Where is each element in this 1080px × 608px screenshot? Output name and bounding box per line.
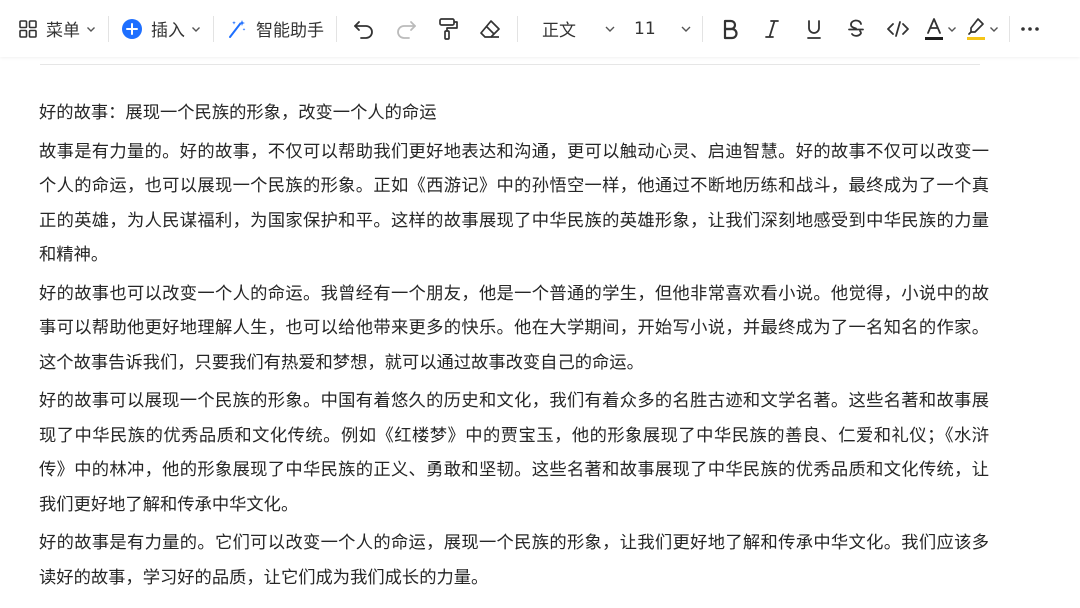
strikethrough-icon (846, 18, 866, 40)
format-painter-button[interactable] (427, 11, 469, 47)
highlight-color-button[interactable] (961, 11, 1003, 47)
menu-label: 菜单 (46, 16, 80, 41)
toolbar-divider (108, 16, 109, 42)
paragraph-style-select[interactable]: 正文 (524, 11, 620, 47)
editor-toolbar: 菜单 插入 智能助手 (0, 0, 1080, 57)
redo-icon (394, 18, 418, 40)
chevron-down-icon (86, 24, 96, 34)
assistant-label: 智能助手 (256, 16, 324, 41)
code-button[interactable] (877, 11, 919, 47)
paragraph: 好的故事是有力量的。它们可以改变一个人的命运，展现一个民族的形象，让我们更好地了… (39, 526, 989, 595)
grid-icon (18, 19, 38, 39)
undo-button[interactable] (343, 11, 385, 47)
redo-button[interactable] (385, 11, 427, 47)
chevron-down-icon (604, 24, 616, 34)
highlighter-icon (965, 16, 987, 42)
paragraph: 好的故事可以展现一个民族的形象。中国有着悠久的历史和文化，我们有着众多的名胜古迹… (39, 384, 989, 522)
assistant-button[interactable]: 智能助手 (220, 11, 330, 47)
underline-button[interactable] (793, 11, 835, 47)
eraser-icon (478, 18, 502, 40)
paragraph: 好的故事也可以改变一个人的命运。我曾经有一个朋友，他是一个普通的学生，但他非常喜… (39, 277, 989, 381)
toolbar-divider (336, 16, 337, 42)
document-body[interactable]: 好的故事：展现一个民族的形象，改变一个人的命运 故事是有力量的。好的故事，不仅可… (39, 96, 989, 595)
underline-icon (804, 18, 824, 40)
font-size-select[interactable]: 11 (620, 11, 696, 47)
toolbar-divider (517, 16, 518, 42)
undo-icon (352, 18, 376, 40)
paragraph: 故事是有力量的。好的故事，不仅可以帮助我们更好地表达和沟通，更可以触动心灵、启迪… (39, 135, 989, 273)
insert-label: 插入 (151, 16, 185, 41)
bold-button[interactable] (709, 11, 751, 47)
italic-icon (762, 18, 782, 40)
plus-circle-icon (121, 18, 143, 40)
font-color-button[interactable] (919, 11, 961, 47)
document-top-divider (40, 64, 980, 65)
chevron-down-icon (947, 24, 957, 34)
chevron-down-icon (989, 24, 999, 34)
chevron-down-icon (680, 24, 692, 34)
document-title: 好的故事：展现一个民族的形象，改变一个人的命运 (39, 96, 989, 131)
chevron-down-icon (191, 24, 201, 34)
magic-wand-icon (226, 18, 248, 40)
more-icon (1020, 26, 1040, 32)
clear-format-button[interactable] (469, 11, 511, 47)
bold-icon (720, 18, 740, 40)
strikethrough-button[interactable] (835, 11, 877, 47)
toolbar-divider (213, 16, 214, 42)
insert-button[interactable]: 插入 (115, 11, 207, 47)
menu-button[interactable]: 菜单 (12, 11, 102, 47)
italic-button[interactable] (751, 11, 793, 47)
more-button[interactable] (1016, 11, 1044, 47)
format-painter-icon (437, 17, 459, 41)
toolbar-divider (702, 16, 703, 42)
paragraph-style-value: 正文 (542, 16, 576, 41)
font-color-icon (923, 16, 945, 42)
toolbar-divider (1009, 16, 1010, 42)
font-size-value: 11 (634, 19, 656, 39)
code-icon (886, 19, 910, 39)
